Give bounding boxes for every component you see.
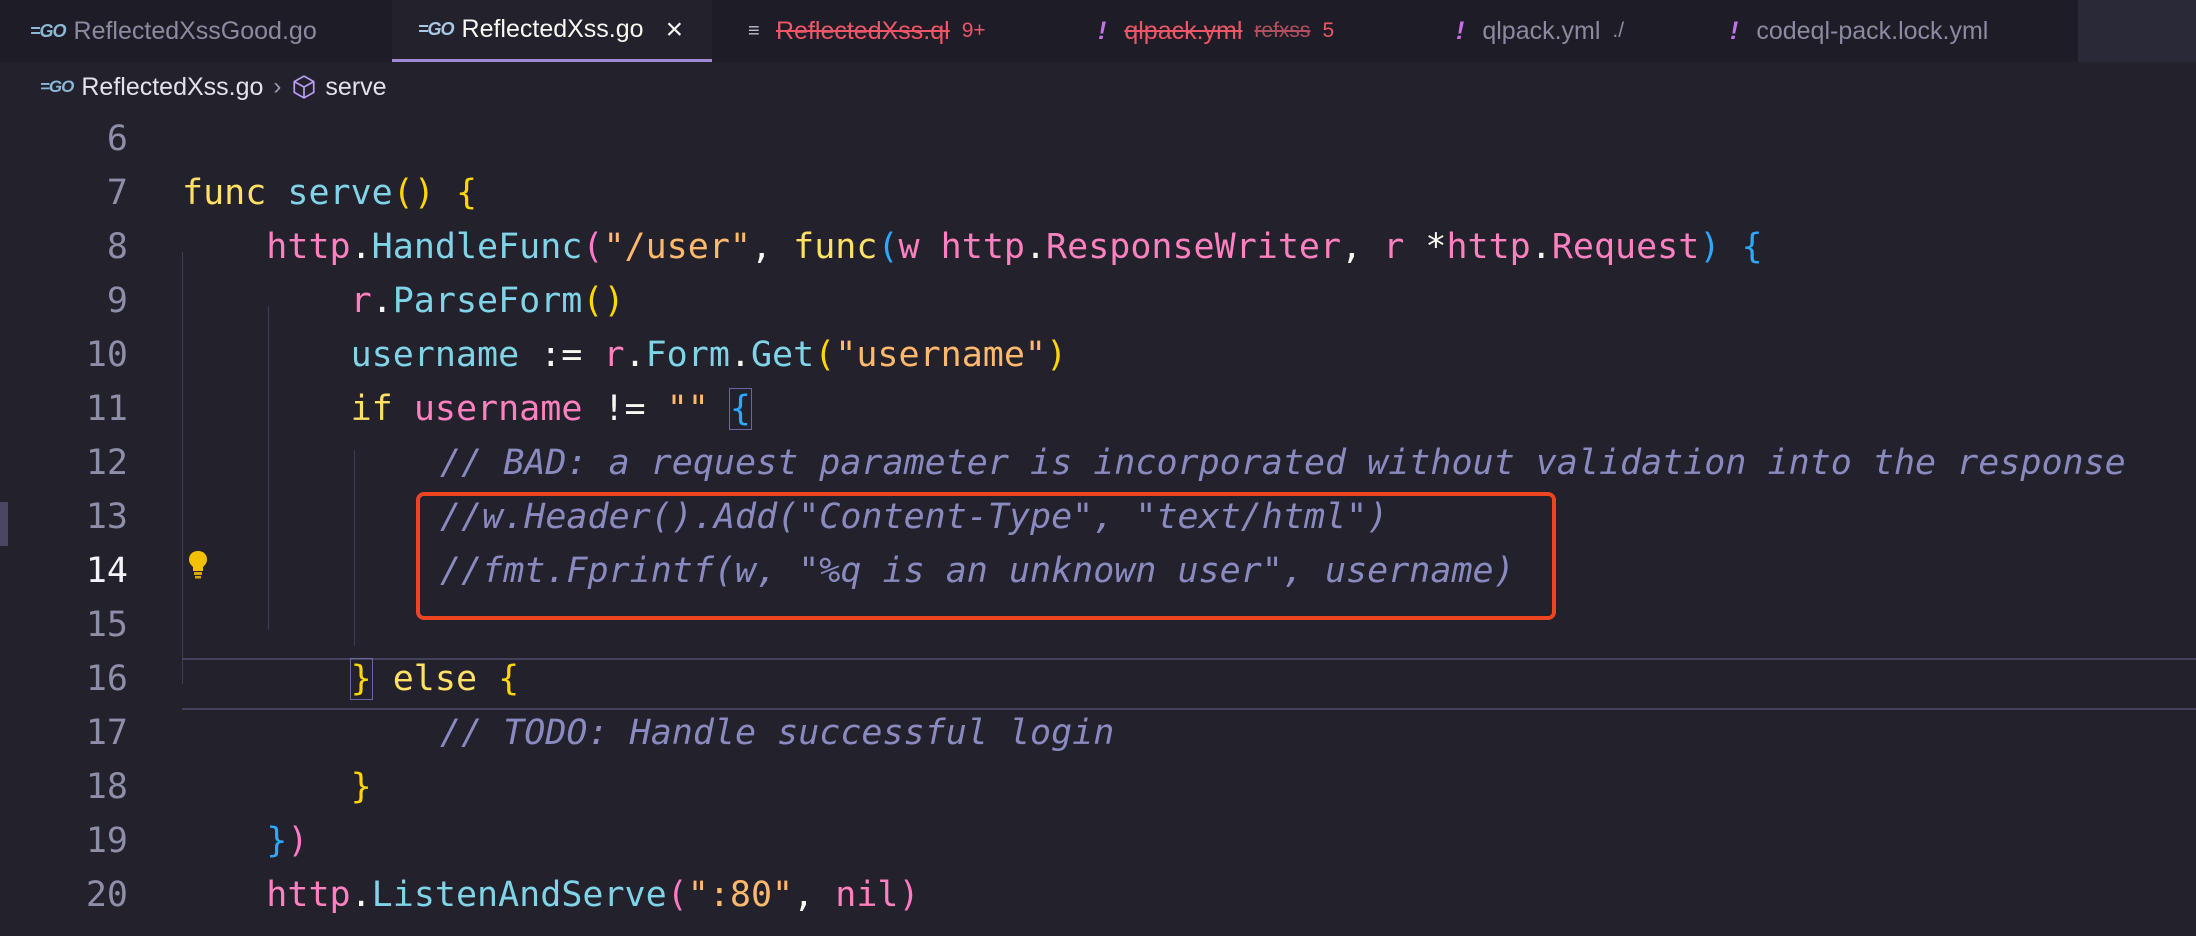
line-number: 11 xyxy=(85,389,128,429)
code-line: 19 }) xyxy=(0,814,2196,868)
annotation-highlight-box xyxy=(416,492,1556,620)
code-line: 18 } xyxy=(0,760,2196,814)
chevron-right-icon: › xyxy=(273,73,282,100)
code-text: } else { xyxy=(349,658,520,700)
yaml-file-icon: ! xyxy=(1098,16,1107,45)
tab-label: ReflectedXssGood.go xyxy=(73,16,317,45)
tab-qlpack-yml-refxss[interactable]: ! qlpack.yml refxss 5 xyxy=(1098,0,1334,62)
breadcrumb-symbol-label: serve xyxy=(325,72,387,101)
code-line: 9 r.ParseForm() xyxy=(0,274,2196,328)
tab-overflow-area xyxy=(2078,0,2196,62)
tab-label: ReflectedXss.ql xyxy=(776,16,950,45)
line-number: 8 xyxy=(106,227,128,267)
yaml-file-icon: ! xyxy=(1456,16,1465,45)
yaml-file-icon: ! xyxy=(1730,16,1739,45)
tab-description: ./ xyxy=(1612,19,1625,42)
line-number: 6 xyxy=(106,119,128,159)
tab-label: qlpack.yml xyxy=(1124,16,1243,45)
line-number: 16 xyxy=(85,659,128,699)
symbol-method-icon xyxy=(293,75,316,99)
line-number: 15 xyxy=(85,605,128,645)
tab-description: refxss xyxy=(1254,19,1311,42)
code-line: 8 http.HandleFunc("/user", func(w http.R… xyxy=(0,220,2196,274)
code-text: if username != "" { xyxy=(350,388,753,430)
code-line: 17 // TODO: Handle successful login xyxy=(0,706,2196,760)
code-text: }) xyxy=(266,821,309,861)
line-number: 18 xyxy=(85,767,128,807)
breadcrumb-file-label: ReflectedXss.go xyxy=(81,72,264,101)
code-comment: // TODO: Handle successful login xyxy=(440,713,1115,753)
breadcrumb: =GO ReflectedXss.go › serve xyxy=(0,62,2196,112)
code-line: 10 username := r.Form.Get("username") xyxy=(0,328,2196,382)
tab-reflectedxss-go[interactable]: =GO ReflectedXss.go × xyxy=(392,0,712,62)
tab-label: codeql-pack.lock.yml xyxy=(1756,16,1989,45)
line-number: 14 xyxy=(85,551,128,591)
tab-qlpack-yml[interactable]: ! qlpack.yml ./ xyxy=(1456,0,1624,62)
line-number: 17 xyxy=(85,713,128,753)
line-number: 19 xyxy=(85,821,128,861)
go-file-icon: =GO xyxy=(30,20,67,41)
code-line: 6 xyxy=(0,112,2196,166)
tab-label: ReflectedXss.go xyxy=(461,15,644,43)
code-line: 16 } else { xyxy=(0,652,2196,706)
problem-count-badge: 5 xyxy=(1322,19,1335,42)
code-line: 7 func serve() { xyxy=(0,166,2196,220)
code-line: 20 http.ListenAndServe(":80", nil) xyxy=(0,868,2196,922)
line-number: 7 xyxy=(106,173,128,213)
editor-tab-bar: =GO ReflectedXssGood.go =GO ReflectedXss… xyxy=(0,0,2196,62)
close-icon[interactable]: × xyxy=(666,14,684,45)
code-text: func serve() { xyxy=(182,173,478,213)
line-number: 9 xyxy=(106,281,128,321)
line-number: 13 xyxy=(85,497,128,537)
line-number: 10 xyxy=(85,335,128,375)
breadcrumb-file[interactable]: =GO ReflectedXss.go xyxy=(40,73,263,102)
code-line: 12 // BAD: a request parameter is incorp… xyxy=(0,436,2196,490)
code-editor[interactable]: 6 7 func serve() { 8 http.HandleFunc("/u… xyxy=(0,112,2196,936)
code-text: http.ListenAndServe(":80", nil) xyxy=(266,875,920,915)
lightbulb-icon[interactable] xyxy=(186,549,210,581)
go-file-icon: =GO xyxy=(418,19,455,39)
go-file-icon: =GO xyxy=(40,77,74,96)
code-text: http.HandleFunc("/user", func(w http.Res… xyxy=(266,227,1763,267)
problem-count-badge: 9+ xyxy=(961,19,986,42)
line-number: 12 xyxy=(85,443,128,483)
breadcrumb-symbol[interactable]: serve xyxy=(291,72,387,102)
code-text: username := r.Form.Get("username") xyxy=(350,335,1068,375)
tab-codeql-pack-lock-yml[interactable]: ! codeql-pack.lock.yml xyxy=(1730,0,1988,62)
tab-label: qlpack.yml xyxy=(1482,16,1601,45)
tab-reflectedxssgood-go[interactable]: =GO ReflectedXssGood.go xyxy=(30,0,317,62)
code-line: 11 if username != "" { xyxy=(0,382,2196,436)
code-text: } xyxy=(350,767,372,807)
code-text: r.ParseForm() xyxy=(350,281,625,321)
code-comment: // BAD: a request parameter is incorpora… xyxy=(440,443,2126,483)
tab-reflectedxss-ql[interactable]: ≡ ReflectedXss.ql 9+ xyxy=(748,0,986,62)
list-file-icon: ≡ xyxy=(748,19,760,42)
line-number: 20 xyxy=(85,875,128,915)
